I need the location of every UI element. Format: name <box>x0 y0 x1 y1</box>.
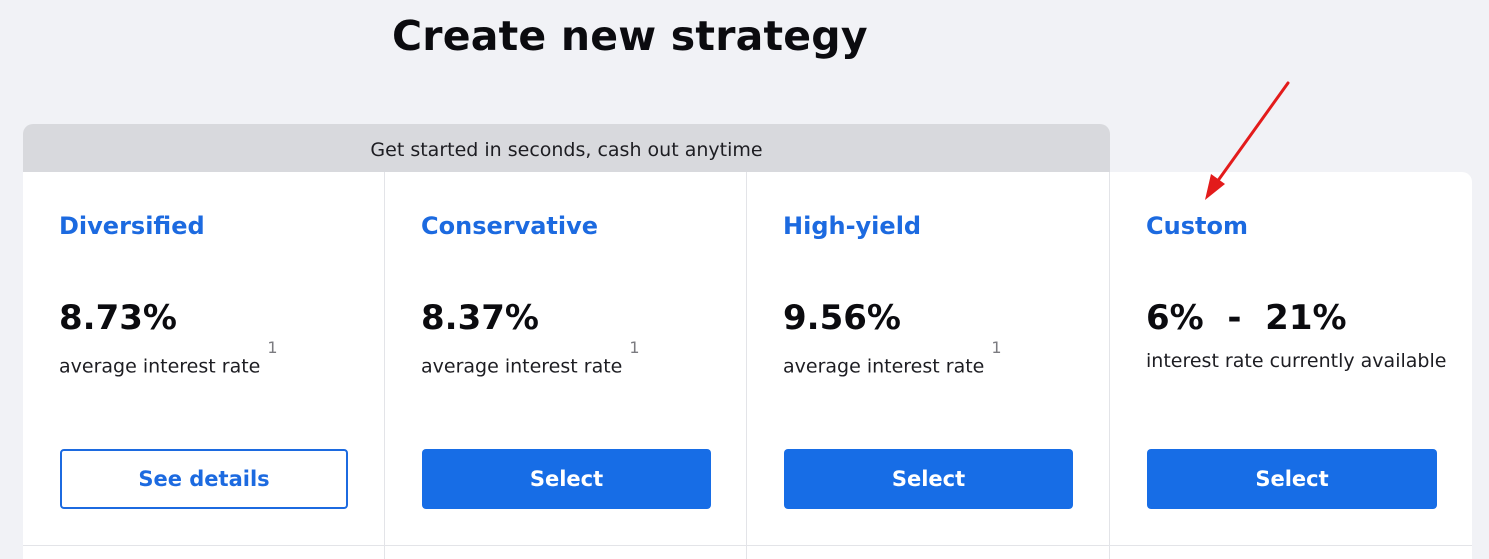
strategy-cards: Diversified 8.73% average interest rate 1… <box>23 172 1472 559</box>
footnote-marker[interactable]: 1 <box>991 338 1001 357</box>
strategy-card-custom: Custom 6% - 21% interest rate currently … <box>1109 172 1472 559</box>
interest-rate-label: average interest rate 1 <box>783 338 1002 378</box>
strategy-card-high-yield: High-yield 9.56% average interest rate1 … <box>746 172 1109 559</box>
interest-rate-label: average interest rate 1 <box>59 338 278 378</box>
footnote-marker[interactable]: 1 <box>267 338 277 357</box>
annotation-arrow-icon <box>1205 81 1290 200</box>
strategy-title-high-yield[interactable]: High-yield <box>783 212 921 240</box>
footnote-marker[interactable]: 1 <box>629 338 639 357</box>
interest-rate-label-text: average interest rate <box>421 355 623 378</box>
see-details-button[interactable]: See details <box>60 449 348 509</box>
row-divider <box>23 545 1472 546</box>
select-high-yield-button[interactable]: Select <box>784 449 1073 509</box>
interest-rate-label-text: average interest rate <box>783 355 985 378</box>
strategy-card-diversified: Diversified 8.73% average interest rate 1… <box>23 172 384 559</box>
interest-rate-value: 8.73% <box>59 298 177 338</box>
select-custom-button[interactable]: Select <box>1147 449 1437 509</box>
strategy-banner: Get started in seconds, cash out anytime <box>23 124 1110 174</box>
interest-rate-label-text: average interest rate <box>59 355 261 378</box>
interest-rate-value: 8.37% <box>421 298 539 338</box>
interest-rate-label: interest rate currently available <box>1146 350 1446 372</box>
interest-rate-label-text: interest rate currently available <box>1146 350 1447 372</box>
select-conservative-button[interactable]: Select <box>422 449 711 509</box>
strategy-title-diversified[interactable]: Diversified <box>59 212 205 240</box>
strategy-card-conservative: Conservative 8.37% average interest rate… <box>384 172 746 559</box>
interest-rate-range: 6% - 21% <box>1146 298 1347 338</box>
strategy-title-custom[interactable]: Custom <box>1146 212 1248 240</box>
interest-rate-value: 9.56% <box>783 298 901 338</box>
page-title: Create new strategy <box>392 12 868 60</box>
strategy-title-conservative[interactable]: Conservative <box>421 212 598 240</box>
interest-rate-label: average interest rate 1 <box>421 338 640 378</box>
